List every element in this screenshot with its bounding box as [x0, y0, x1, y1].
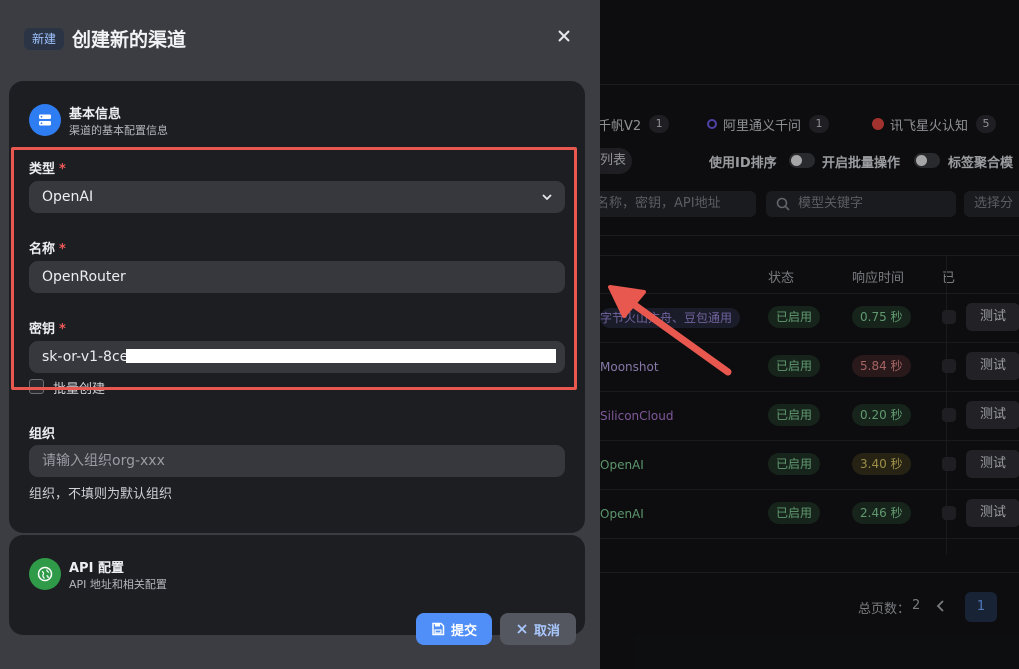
annotation-arrow-icon	[608, 285, 732, 376]
create-channel-drawer: 新建 创建新的渠道 基本信息 渠道的基本配置信息 类型 * OpenAI 名称 * …	[0, 0, 600, 669]
org-label: 组织	[29, 427, 56, 442]
save-icon	[432, 622, 445, 636]
card-subtitle: 渠道的基本配置信息	[69, 124, 168, 137]
card-title: 基本信息	[69, 107, 122, 122]
drawer-header: 新建 创建新的渠道	[0, 0, 600, 72]
server-icon	[29, 104, 61, 136]
org-input[interactable]: 请输入组织org-xxx	[29, 445, 565, 477]
close-icon[interactable]	[554, 26, 574, 46]
submit-button[interactable]: 提交	[416, 613, 492, 645]
org-hint: 组织，不填则为默认组织	[29, 487, 173, 502]
api-config-card: API 配置 API 地址和相关配置	[9, 535, 585, 635]
cancel-label: 取消	[533, 623, 560, 639]
globe-icon	[29, 558, 61, 590]
card-title: API 配置	[69, 561, 124, 576]
annotation-highlight-box	[11, 147, 577, 390]
cancel-button[interactable]: 取消	[500, 613, 576, 645]
close-icon	[517, 624, 527, 634]
card-subtitle: API 地址和相关配置	[69, 578, 167, 591]
submit-label: 提交	[450, 623, 477, 639]
drawer-scrollbar[interactable]	[592, 72, 597, 592]
drawer-title: 创建新的渠道	[72, 29, 187, 51]
new-badge: 新建	[24, 28, 65, 50]
app-root: 千帆V2 1 阿里通义千问 1 讯飞星火认知 5 列表 使用ID排序 开启批量操…	[0, 0, 1019, 669]
